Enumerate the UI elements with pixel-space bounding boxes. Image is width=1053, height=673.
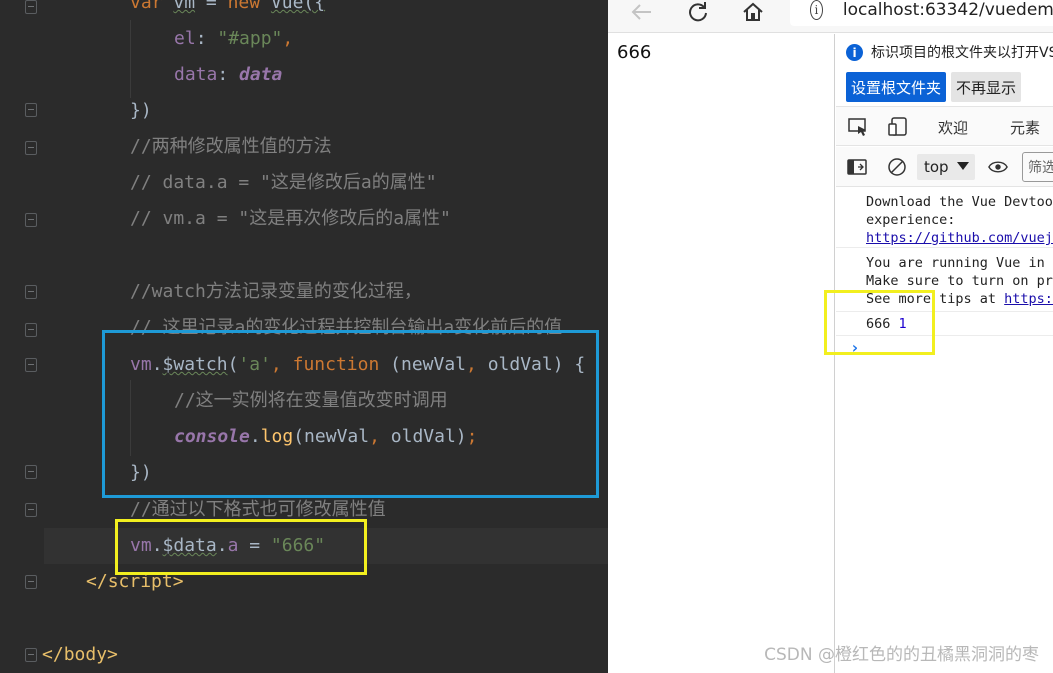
toggle-sidebar-icon[interactable] <box>847 157 867 177</box>
annotation-box-blue <box>102 330 599 498</box>
code-token: data <box>174 64 218 85</box>
code-token: > <box>107 644 118 665</box>
site-info-icon[interactable]: i <box>810 0 823 20</box>
code-line[interactable]: </body> <box>42 637 118 673</box>
url-bar[interactable]: i localhost:63342/vuedemo/ <box>790 0 1053 26</box>
console-link[interactable]: https://github.com/vuejs/vue-devtools <box>866 229 1053 247</box>
console-filter-input[interactable]: 筛选 <box>1022 152 1053 182</box>
code-token: //两种修改属性值的方法 <box>130 136 332 157</box>
code-token: Vue({ <box>270 0 326 13</box>
code-token: new <box>227 0 271 13</box>
fold-icon[interactable] <box>25 358 37 372</box>
console-text: Make sure to turn on production mode whe… <box>866 273 1053 289</box>
annotation-box-yellow-console <box>824 290 935 355</box>
watermark: CSDN @橙红色的的丑橘黑洞洞的枣 <box>764 645 1039 665</box>
code-line[interactable]: }) <box>130 93 152 129</box>
address-toolbar: i localhost:63342/vuedemo/ <box>608 0 1053 33</box>
code-line[interactable]: // data.a = "这是修改后a的属性" <box>130 165 437 201</box>
context-value: top <box>924 158 949 176</box>
inspect-element-icon[interactable] <box>848 117 868 137</box>
code-token: </ <box>86 571 108 592</box>
code-token: : <box>195 28 218 49</box>
refresh-icon[interactable] <box>680 0 716 24</box>
chevron-down-icon <box>957 162 969 170</box>
back-arrow-icon[interactable] <box>624 0 660 24</box>
devtools-tabs: 欢迎 元素 <box>836 106 1053 146</box>
code-token: // data.a = "这是修改后a的属性" <box>130 172 437 193</box>
code-token: var <box>130 0 174 13</box>
fold-icon[interactable] <box>25 323 37 337</box>
console-text: experience: <box>866 212 956 228</box>
info-icon: i <box>846 44 863 61</box>
clear-console-icon[interactable] <box>887 157 907 177</box>
page-output-text: 666 <box>617 42 652 63</box>
tab-welcome[interactable]: 欢迎 <box>938 117 968 138</box>
fold-icon[interactable] <box>25 503 37 517</box>
code-token: : <box>217 64 240 85</box>
dont-show-again-button[interactable]: 不再显示 <box>951 72 1021 102</box>
url-text: localhost:63342/vuedemo/ <box>842 0 1053 20</box>
fold-icon[interactable] <box>25 213 37 227</box>
device-emulation-icon[interactable] <box>888 117 908 137</box>
code-token: //watch方法记录变量的变化过程， <box>130 281 422 302</box>
fold-icon[interactable] <box>25 285 37 299</box>
console-text: You are running Vue in development mode. <box>866 255 1053 271</box>
console-link[interactable]: https://vuejs.org/guide/deployment.html <box>1004 291 1053 307</box>
code-line[interactable]: data: data <box>174 57 282 93</box>
code-line[interactable]: //watch方法记录变量的变化过程， <box>130 274 422 310</box>
tab-elements[interactable]: 元素 <box>1010 117 1040 138</box>
code-token: "#app" <box>217 28 283 49</box>
infobar-message: 标识项目的根文件夹以打开VS Code <box>871 45 1053 61</box>
console-message: Download the Vue Devtools extension for … <box>836 188 1053 248</box>
code-token: el <box>174 28 196 49</box>
console-toolbar: top 筛选 <box>836 147 1053 187</box>
fold-icon[interactable] <box>25 141 37 155</box>
code-line[interactable]: //两种修改属性值的方法 <box>130 129 332 165</box>
code-line[interactable]: var vm = new Vue({ <box>130 0 325 21</box>
eye-icon[interactable] <box>988 157 1008 177</box>
console-text: Download the Vue Devtools extension for … <box>866 194 1053 210</box>
indent-guide <box>130 20 131 98</box>
fold-icon[interactable] <box>25 103 37 117</box>
fold-icon[interactable] <box>25 0 37 14</box>
code-line[interactable]: // vm.a = "这是再次修改后的a属性" <box>130 201 451 237</box>
editor-gutter <box>0 0 44 673</box>
code-token: //通过以下格式也可修改属性值 <box>130 499 386 520</box>
filter-placeholder: 筛选 <box>1028 160 1053 176</box>
page-viewport: 666 <box>608 34 835 673</box>
code-token: vm <box>173 0 196 13</box>
home-icon[interactable] <box>735 0 771 24</box>
devtools-infobar: i 标识项目的根文件夹以打开VS Code 设置根文件夹 不再显示 <box>836 34 1053 104</box>
code-token: data <box>239 64 283 85</box>
code-token: body <box>63 644 108 665</box>
set-root-folder-button[interactable]: 设置根文件夹 <box>846 72 946 102</box>
code-token: = <box>195 0 228 13</box>
code-token: , <box>282 28 294 49</box>
fold-icon[interactable] <box>25 648 37 662</box>
code-line[interactable]: el: "#app", <box>174 21 293 57</box>
context-selector[interactable]: top <box>917 154 975 180</box>
code-token: </ <box>42 644 64 665</box>
console-output: Download the Vue Devtools extension for … <box>836 188 1053 673</box>
fold-icon[interactable] <box>25 575 37 589</box>
fold-icon[interactable] <box>25 465 37 479</box>
code-token: }) <box>130 100 152 121</box>
annotation-box-yellow-code <box>115 519 367 575</box>
code-token: // vm.a = "这是再次修改后的a属性" <box>130 208 451 229</box>
